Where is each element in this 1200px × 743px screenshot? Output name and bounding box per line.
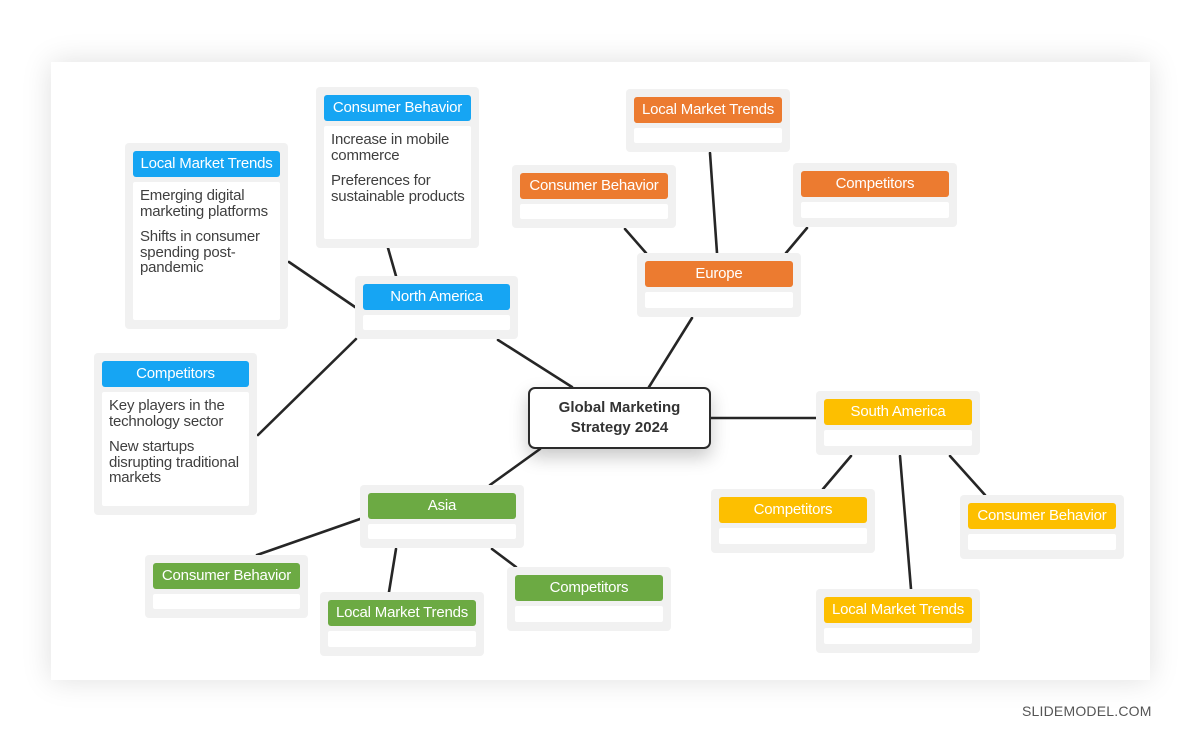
- na-local-market-trends[interactable]: Local Market Trends Emerging digital mar…: [125, 143, 288, 329]
- node-body: [968, 534, 1116, 550]
- na-consumer-behavior[interactable]: Consumer Behavior Increase in mobile com…: [316, 87, 479, 248]
- central-topic[interactable]: Global Marketing Strategy 2024: [528, 387, 711, 449]
- node-body: [520, 204, 668, 219]
- node-label: Consumer Behavior: [520, 173, 668, 199]
- node-label: Local Market Trends: [634, 97, 782, 123]
- asia-consumer-behavior[interactable]: Consumer Behavior: [145, 555, 308, 618]
- region-north-america[interactable]: North America: [355, 276, 518, 339]
- asia-competitors[interactable]: Competitors: [507, 567, 671, 631]
- node-body: Emerging digital marketing platforms Shi…: [133, 182, 280, 320]
- node-label: Competitors: [102, 361, 249, 387]
- region-body: [645, 292, 793, 308]
- sa-competitors[interactable]: Competitors: [711, 489, 875, 553]
- brand-watermark: SLIDEMODEL.COM: [1022, 703, 1152, 719]
- node-label: Consumer Behavior: [968, 503, 1116, 529]
- eu-competitors[interactable]: Competitors: [793, 163, 957, 227]
- node-item: Shifts in consumer spending post-pandemi…: [140, 228, 260, 276]
- region-label: Asia: [368, 493, 516, 519]
- node-item: New startups disrupting traditional mark…: [109, 438, 239, 486]
- sa-consumer-behavior[interactable]: Consumer Behavior: [960, 495, 1124, 559]
- node-label: Competitors: [801, 171, 949, 197]
- node-label: Competitors: [515, 575, 663, 601]
- eu-consumer-behavior[interactable]: Consumer Behavior: [512, 165, 676, 228]
- eu-local-market-trends[interactable]: Local Market Trends: [626, 89, 790, 152]
- node-item: Preferences for sustainable products: [331, 172, 465, 205]
- node-body: [801, 202, 949, 218]
- na-competitors[interactable]: Competitors Key players in the technolog…: [94, 353, 257, 515]
- region-europe[interactable]: Europe: [637, 253, 801, 317]
- region-asia[interactable]: Asia: [360, 485, 524, 548]
- central-topic-title: Global Marketing Strategy 2024: [558, 399, 681, 436]
- region-body: [824, 430, 972, 446]
- node-body: [634, 128, 782, 143]
- node-body: [719, 528, 867, 544]
- node-item: Key players in the technology sector: [109, 397, 225, 430]
- region-label: North America: [363, 284, 510, 310]
- node-body: [515, 606, 663, 622]
- node-label: Consumer Behavior: [324, 95, 471, 121]
- node-label: Local Market Trends: [824, 597, 972, 623]
- node-body: Increase in mobile commerce Preferences …: [324, 126, 471, 239]
- region-body: [368, 524, 516, 539]
- region-label: Europe: [645, 261, 793, 287]
- region-label: South America: [824, 399, 972, 425]
- node-body: [824, 628, 972, 644]
- node-body: Key players in the technology sector New…: [102, 392, 249, 506]
- node-label: Local Market Trends: [133, 151, 280, 177]
- node-body: [153, 594, 300, 609]
- node-body: [328, 631, 476, 647]
- node-item: Increase in mobile commerce: [331, 131, 450, 164]
- node-label: Competitors: [719, 497, 867, 523]
- region-south-america[interactable]: South America: [816, 391, 980, 455]
- sa-local-market-trends[interactable]: Local Market Trends: [816, 589, 980, 653]
- region-body: [363, 315, 510, 330]
- node-label: Local Market Trends: [328, 600, 476, 626]
- asia-local-market-trends[interactable]: Local Market Trends: [320, 592, 484, 656]
- node-item: Emerging digital marketing platforms: [140, 187, 268, 220]
- node-label: Consumer Behavior: [153, 563, 300, 589]
